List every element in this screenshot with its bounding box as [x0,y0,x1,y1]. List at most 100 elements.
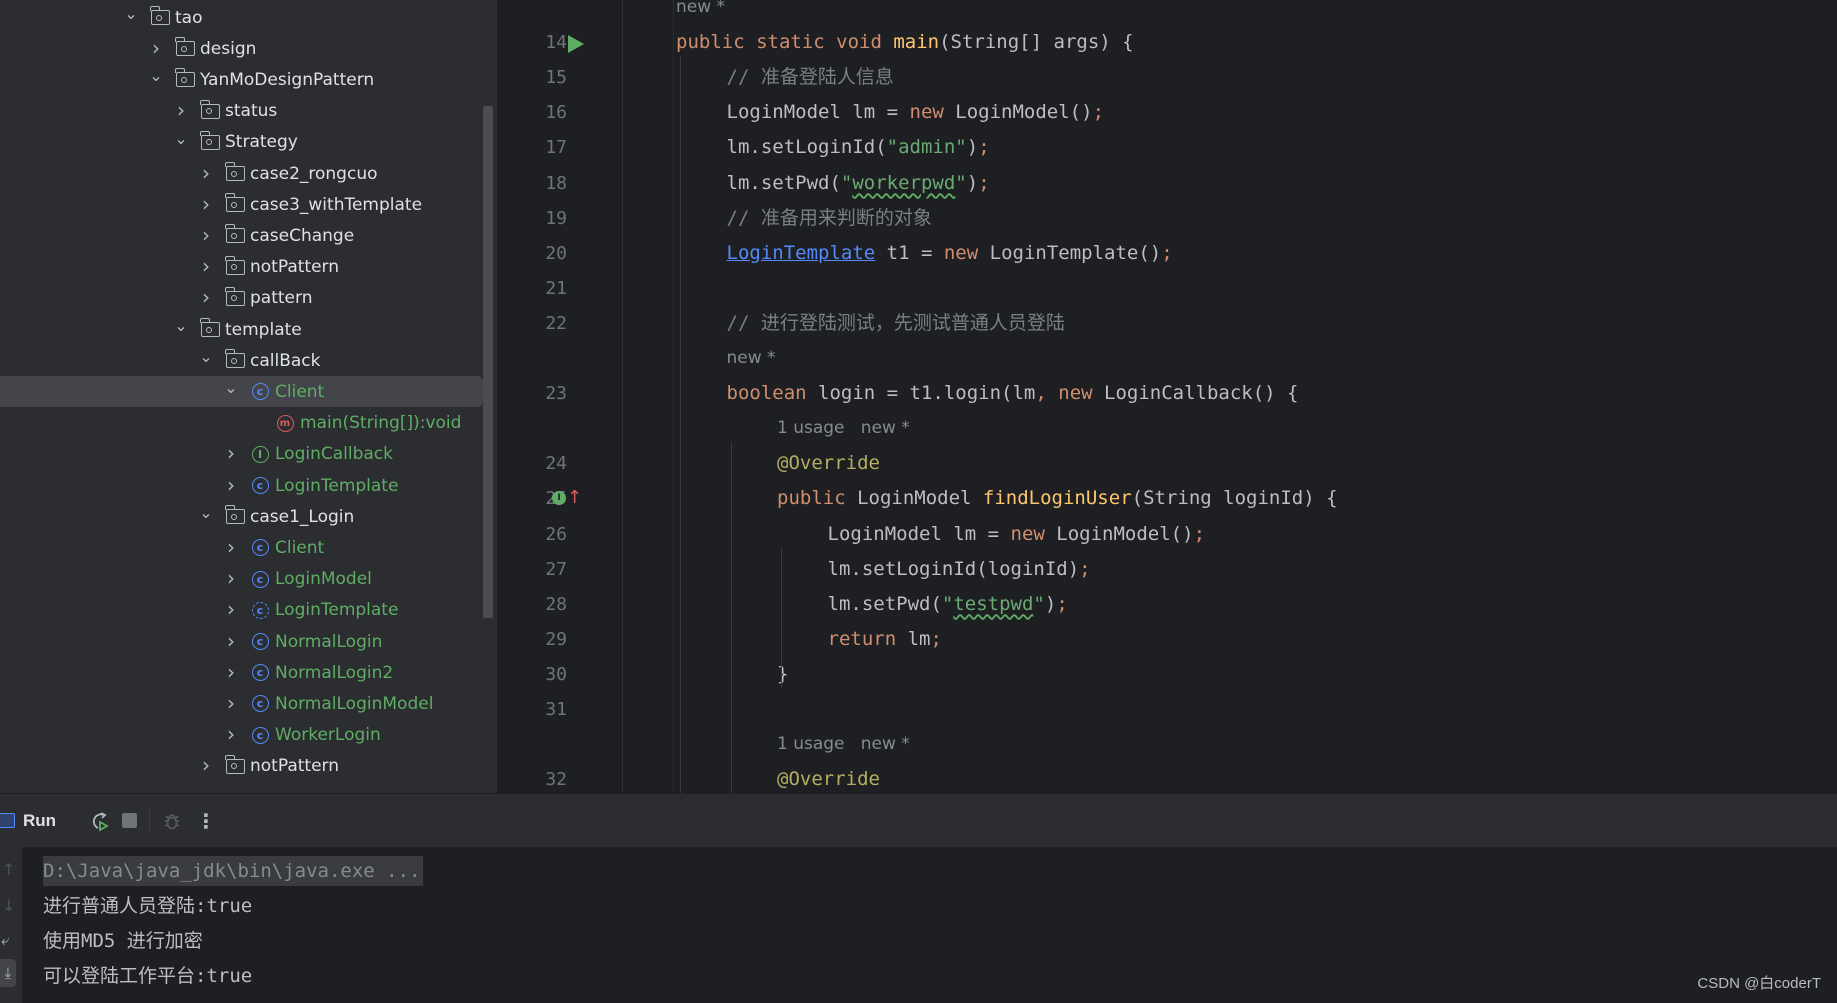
tree-item-package[interactable]: › design [0,33,483,64]
code-line[interactable]: // 进行登陆测试，先测试普通人员登陆 [727,306,1065,341]
chevron-down-icon[interactable]: ⌄ [199,503,213,522]
tree-item-package[interactable]: › caseChange [0,220,483,251]
tree-item-class[interactable]: › c WorkerLogin [0,720,483,751]
tree-item-class[interactable]: › c Client [0,532,483,563]
tree-item-label: design [200,38,257,59]
tree-item-package[interactable]: ⌄ template [0,314,483,345]
code-line[interactable]: @Override [777,446,880,481]
run-main-icon[interactable] [568,35,584,54]
tree-item-label: status [225,101,278,122]
code-line[interactable]: // 准备登陆人信息 [727,60,894,95]
tree-item-class[interactable]: › c LoginModel [0,564,483,595]
chevron-right-icon[interactable]: › [199,161,213,185]
chevron-right-icon[interactable]: › [149,36,163,60]
code-token: LoginTemplate() [989,241,1162,264]
chevron-right-icon[interactable]: › [224,722,238,746]
code-line[interactable]: lm.setLoginId(loginId); [828,552,1091,587]
code-line[interactable]: lm.setLoginId("admin"); [727,130,990,165]
code-token: new [1010,522,1057,545]
chevron-down-icon[interactable]: ⌄ [124,4,138,23]
chevron-right-icon[interactable]: › [199,223,213,247]
tree-item-package[interactable]: ⌄ YanMoDesignPattern [0,64,483,95]
code-line[interactable]: boolean login = t1.login(lm, new LoginCa… [727,376,1299,411]
package-folder-icon [149,6,170,28]
chevron-right-icon[interactable]: › [199,753,213,777]
tree-item-package[interactable]: › pattern [0,283,483,314]
chevron-down-icon[interactable]: ⌄ [174,316,188,335]
code-line[interactable]: LoginTemplate t1 = new LoginTemplate(); [727,236,1173,271]
tree-item-package[interactable]: › case2_rongcuo [0,158,483,189]
tree-item-class[interactable]: › c NormalLogin2 [0,657,483,688]
code-line[interactable]: public LoginModel findLoginUser(String l… [777,481,1338,516]
code-line[interactable]: LoginModel lm = new LoginModel(); [727,95,1105,130]
chevron-right-icon[interactable]: › [224,441,238,465]
chevron-down-icon[interactable]: ⌄ [199,347,213,366]
line-number: 17 [545,137,567,159]
chevron-right-icon[interactable]: › [224,473,238,497]
chevron-right-icon[interactable]: › [224,597,238,621]
tree-item-package[interactable]: › case3_withTemplate [0,189,483,220]
code-line[interactable]: public static void main(String[] args) { [676,25,1134,60]
run-tab-title[interactable]: Run [23,811,56,831]
chevron-right-icon[interactable]: › [224,535,238,559]
tree-item-class[interactable]: › c NormalLogin [0,626,483,657]
code-line[interactable]: } [777,657,788,692]
code-token: ) [1044,592,1057,615]
inlay-usage-hint[interactable]: new * [727,341,776,376]
code-token: " [1033,592,1045,615]
more-vertical-icon[interactable]: ⋮ [196,811,216,831]
line-number: 14 [545,32,567,54]
chevron-down-icon[interactable]: ⌄ [174,129,188,148]
tree-item-package[interactable]: ⌄ Strategy [0,127,483,158]
class-icon: c [250,476,270,496]
tree-item-package[interactable]: › notPattern [0,252,483,283]
code-editor[interactable]: new * 14 public static void main(String[] … [497,0,1837,793]
tree-item-package[interactable]: ⌄ callBack [0,345,483,376]
chevron-right-icon[interactable]: › [224,629,238,653]
stop-icon[interactable] [122,813,138,828]
code-line[interactable]: LoginModel lm = new LoginModel(); [828,517,1206,552]
code-token: main [893,31,940,54]
code-token: @Override [777,768,880,791]
scroll-down-icon[interactable]: ↓ [2,896,15,915]
console-command-line[interactable]: D:\Java\java_jdk\bin\java.exe ... [43,856,423,886]
debug-icon[interactable] [162,811,182,831]
scroll-up-icon[interactable]: ↑ [2,860,15,879]
tree-item-package[interactable]: ⌄ case1_Login [0,501,483,532]
chevron-right-icon[interactable]: › [199,285,213,309]
chevron-right-icon[interactable]: › [224,691,238,715]
scroll-to-end-icon[interactable]: ⤓ [0,959,16,987]
tree-item-label: main(String[]):void [300,413,462,434]
code-token[interactable]: LoginTemplate [727,242,876,264]
project-tree-scrollbar[interactable] [483,106,493,618]
code-token: LoginModel() [955,101,1093,124]
code-line[interactable]: // 准备用来判断的对象 [727,201,932,236]
tree-item-package[interactable]: › notPattern [0,751,483,782]
tree-item-class[interactable]: › c LoginTemplate [0,470,483,501]
chevron-right-icon[interactable]: › [174,98,188,122]
chevron-right-icon[interactable]: › [224,566,238,590]
chevron-right-icon[interactable]: › [199,192,213,216]
chevron-right-icon[interactable]: › [224,660,238,684]
chevron-right-icon[interactable]: › [199,254,213,278]
code-line[interactable]: @Override [777,762,880,793]
tree-item-abstract-class[interactable]: › c LoginTemplate [0,595,483,626]
inlay-usage-hint[interactable]: new * [676,0,725,25]
implements-method-icon[interactable]: I ↑ [552,489,582,507]
tree-item-package[interactable]: ⌄ tao [0,2,483,33]
tree-item-class[interactable]: › c NormalLoginModel [0,688,483,719]
tree-item-method[interactable]: m main(String[]):void [0,408,483,439]
chevron-down-icon[interactable]: ⌄ [224,378,238,397]
rerun-icon[interactable] [88,810,110,832]
soft-wrap-icon[interactable]: ⤶ [1,931,9,949]
code-line[interactable]: lm.setPwd("testpwd"); [828,587,1068,622]
chevron-down-icon[interactable]: ⌄ [149,66,163,85]
tree-item-interface[interactable]: › I LoginCallback [0,439,483,470]
tree-item-package[interactable]: › status [0,96,483,127]
inlay-usage-hint[interactable]: 1 usage new * [777,727,910,762]
code-line[interactable]: return lm; [828,622,942,657]
inlay-usage-hint[interactable]: 1 usage new * [777,411,910,446]
tree-item-class[interactable]: ⌄ c Client [0,376,483,408]
code-line[interactable]: lm.setPwd("workerpwd"); [727,166,990,201]
